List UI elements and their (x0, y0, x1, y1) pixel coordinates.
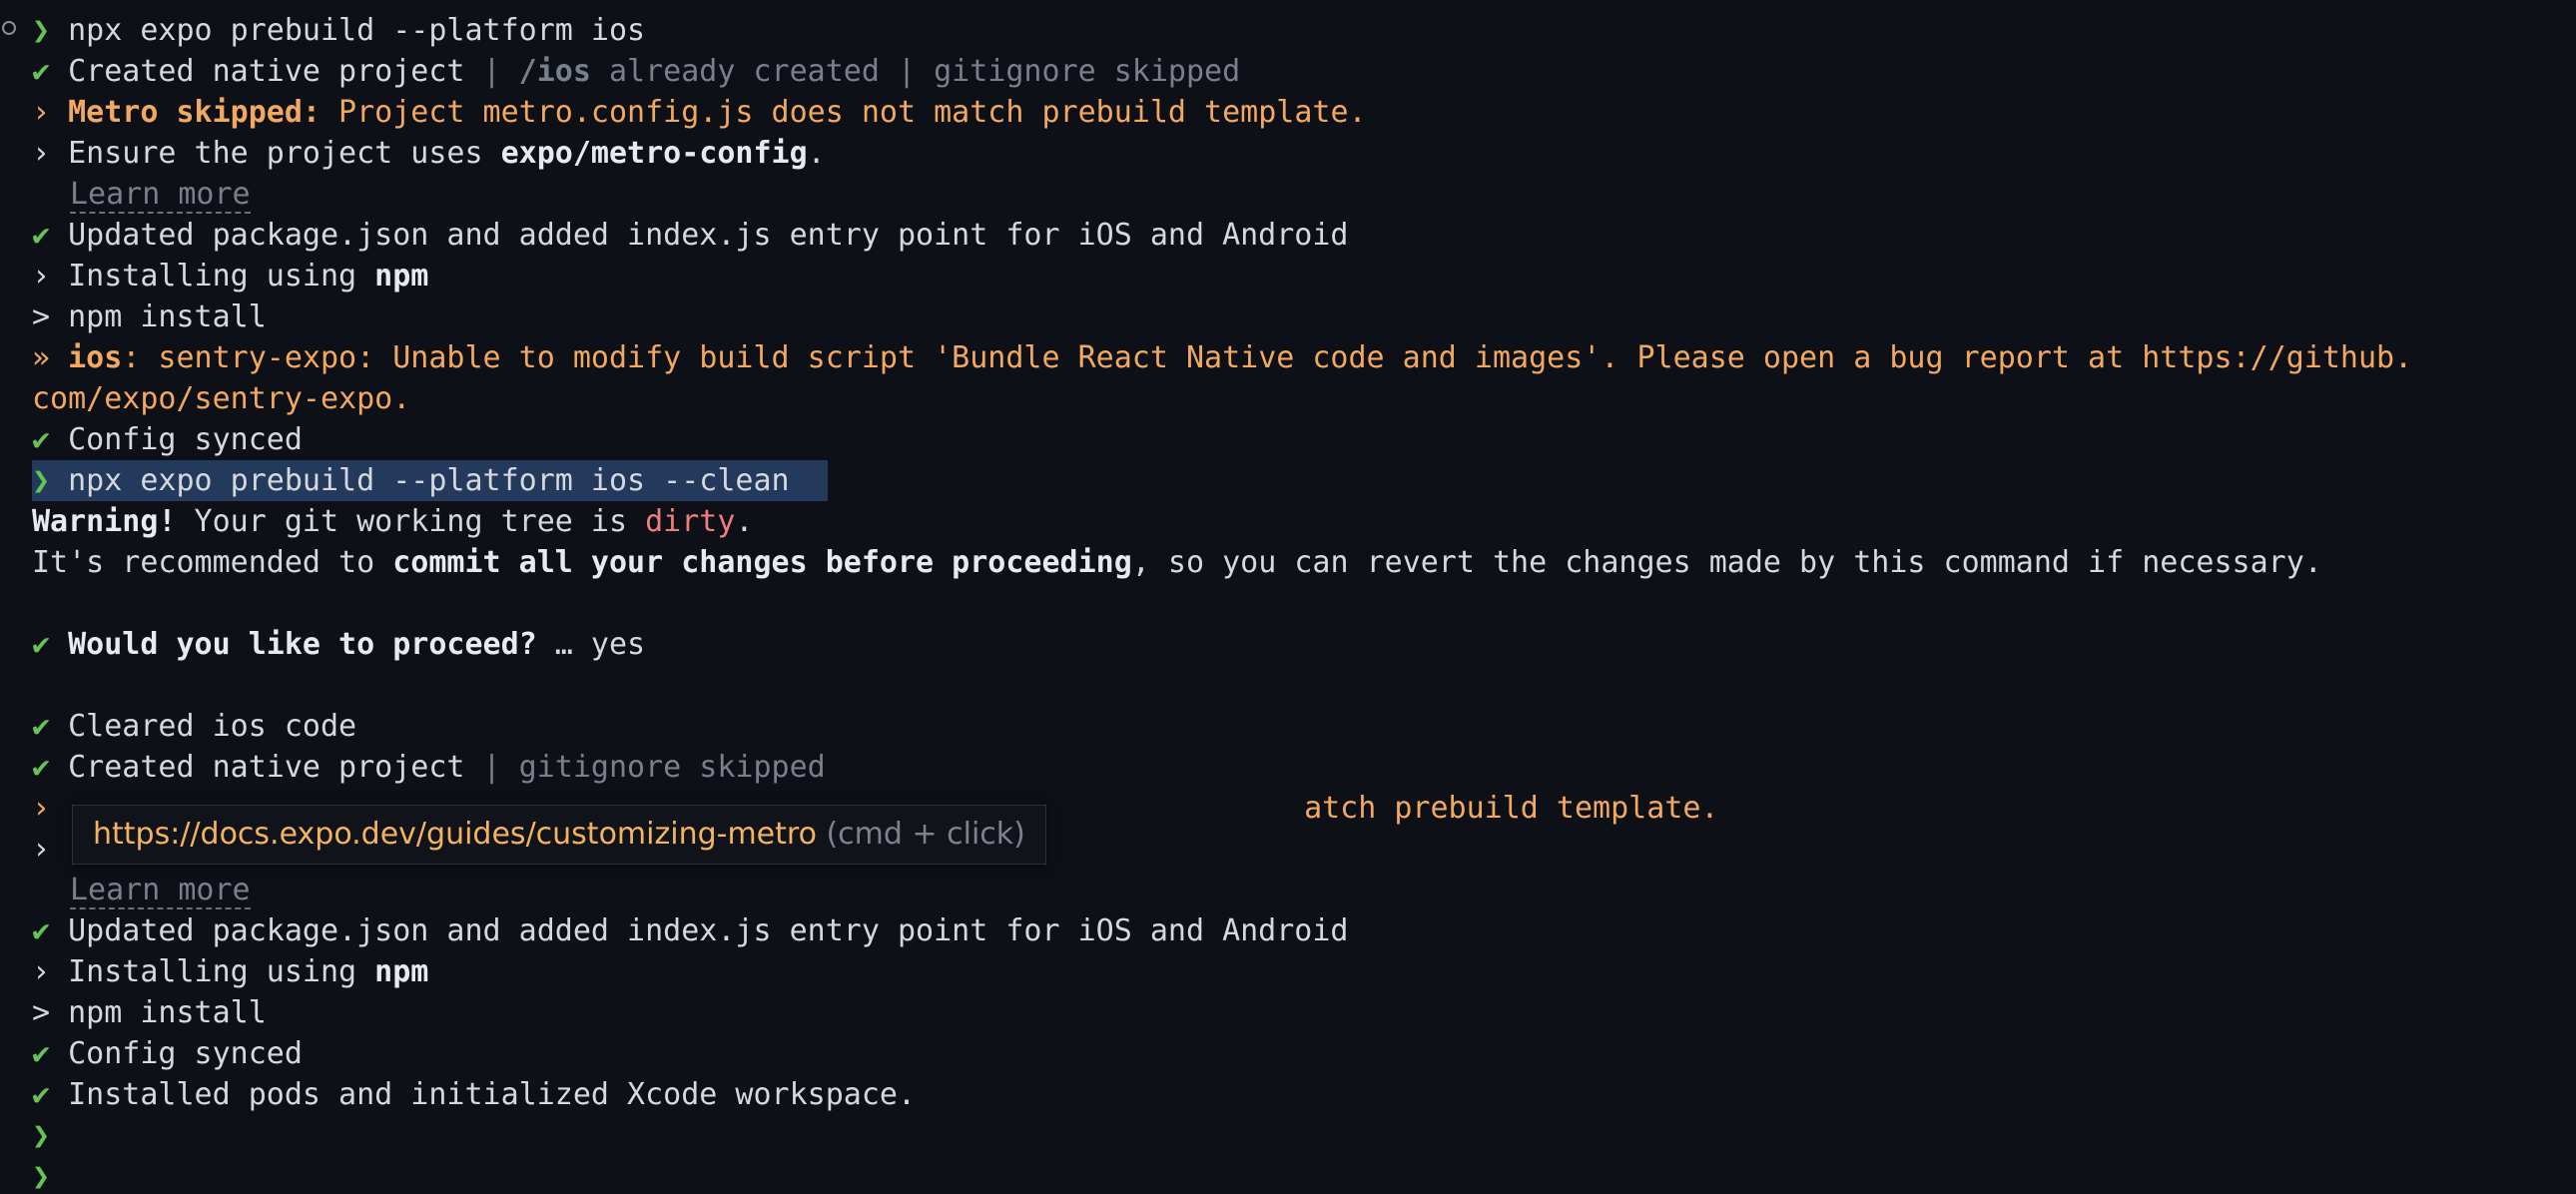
learn-more-link[interactable]: Learn more (70, 873, 251, 909)
command-line-selected: ❯ npx expo prebuild --platform ios --cle… (32, 460, 828, 501)
output-line: › Installing using npm (32, 259, 429, 294)
prompt-icon: ❯ (32, 1118, 51, 1153)
command-text: npx expo prebuild --platform ios --clean (68, 463, 790, 498)
command-line: ❯ npx expo prebuild --platform ios (32, 10, 645, 51)
check-icon: ✔ (32, 1077, 51, 1112)
output-line: ✔ Updated package.json and added index.j… (32, 913, 1349, 948)
sentry-warning-line: » ios: sentry-expo: Unable to modify bui… (32, 340, 2413, 375)
prompt-icon: ❯ (32, 1159, 51, 1194)
output-line: Learn more (32, 870, 251, 910)
output-line: ✔ Installed pods and initialized Xcode w… (32, 1077, 917, 1112)
sentry-warning-wrap: com/expo/sentry-expo. (32, 381, 411, 416)
output-line: ✔ Created native project | gitignore ski… (32, 750, 826, 785)
output-line: Learn more (32, 174, 251, 215)
greater-than-icon: > (32, 995, 51, 1030)
output-line: ✔ Updated package.json and added index.j… (32, 218, 1349, 253)
chevron-right-icon: › (32, 954, 51, 989)
check-icon: ✔ (32, 1036, 51, 1071)
output-line: ✔ Cleared ios code (32, 709, 357, 744)
output-line: > npm install (32, 995, 267, 1030)
prompt-line-active[interactable]: ❯ (32, 1156, 50, 1194)
check-icon: ✔ (32, 627, 51, 662)
warning-line: Warning! Your git working tree is dirty. (32, 504, 754, 539)
check-icon: ✔ (32, 54, 51, 89)
output-line: ✔ Created native project | /ios already … (32, 54, 1241, 89)
metro-warning-line: › Metro skipped: Project metro.config.js… (32, 95, 1367, 130)
chevron-right-icon: › (32, 832, 51, 867)
output-line: > npm install (32, 299, 267, 334)
output-line: ✔ Config synced (32, 422, 303, 457)
chevron-right-icon: › (32, 791, 51, 826)
check-icon: ✔ (32, 709, 51, 744)
output-line: › Ensure the project uses expo/metro-con… (32, 136, 826, 171)
tooltip-url[interactable]: https://docs.expo.dev/guides/customizing… (93, 817, 817, 852)
check-icon: ✔ (32, 913, 51, 948)
selection-highlight[interactable]: ❯ npx expo prebuild --platform ios --cle… (32, 460, 828, 501)
output-line: › (32, 829, 50, 870)
double-chevron-icon: » (32, 340, 51, 375)
proceed-line: ✔ Would you like to proceed? … yes (32, 627, 646, 662)
check-icon: ✔ (32, 218, 51, 253)
check-icon: ✔ (32, 422, 51, 457)
tooltip-hint: (cmd + click) (816, 817, 1025, 852)
prompt-icon: ❯ (32, 463, 51, 498)
link-hover-tooltip: https://docs.expo.dev/guides/customizing… (72, 805, 1046, 865)
output-line: ✔ Config synced (32, 1036, 303, 1071)
check-icon: ✔ (32, 750, 51, 785)
greater-than-icon: > (32, 299, 51, 334)
terminal-window[interactable]: ❯ npx expo prebuild --platform ios ✔ Cre… (0, 0, 2576, 1194)
chevron-right-icon: › (32, 95, 51, 130)
command-text: npx expo prebuild --platform ios (68, 13, 646, 48)
command-mark-icon (2, 21, 16, 35)
prompt-icon: ❯ (32, 13, 51, 48)
recommendation-line: It's recommended to commit all your chan… (32, 545, 2322, 580)
output-line: › Installing using npm (32, 954, 429, 989)
prompt-line: ❯ (32, 1115, 50, 1156)
chevron-right-icon: › (32, 136, 51, 171)
chevron-right-icon: › (32, 259, 51, 294)
learn-more-link[interactable]: Learn more (70, 177, 251, 214)
